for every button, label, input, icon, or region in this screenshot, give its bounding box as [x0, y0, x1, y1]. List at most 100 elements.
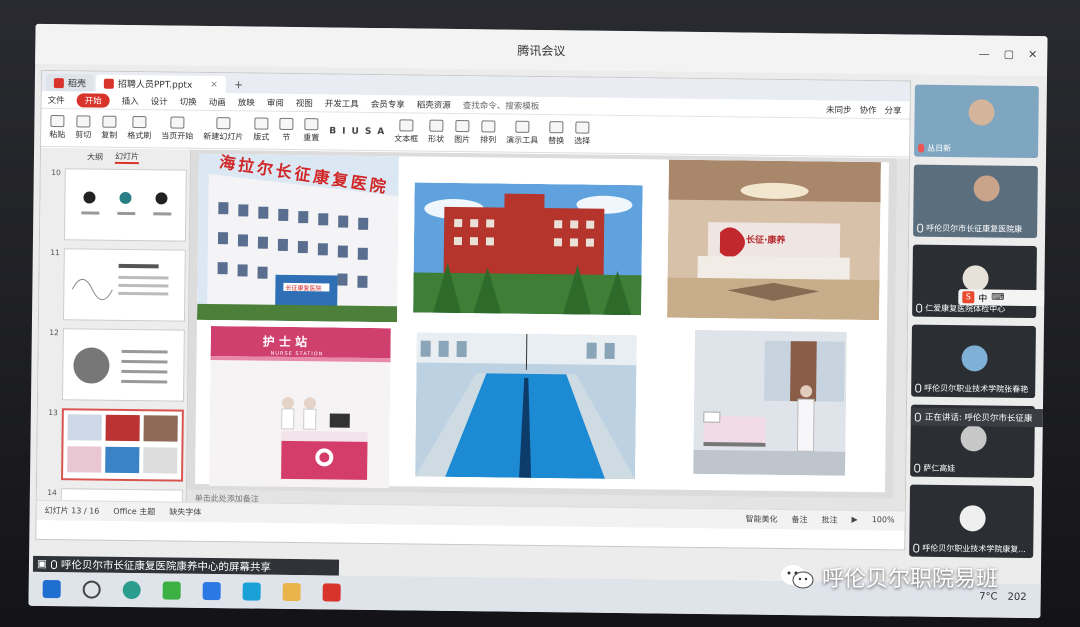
tab-slides[interactable]: 幻灯片: [114, 150, 140, 164]
wechat-icon[interactable]: [162, 581, 181, 600]
cut-button[interactable]: 剪切: [75, 115, 91, 140]
menu-devtools[interactable]: 开发工具: [325, 97, 359, 109]
presenter-tools-button[interactable]: 演示工具: [506, 120, 538, 146]
folder-icon[interactable]: [282, 582, 301, 602]
mic-icon: [915, 383, 922, 393]
tab-pptx[interactable]: 招聘人员PPT.pptx ×: [95, 74, 226, 94]
weather-temp[interactable]: 7°C: [979, 591, 997, 602]
collab-button[interactable]: 协作: [860, 103, 877, 115]
screen-icon: ▣: [36, 557, 47, 571]
menu-start[interactable]: 开始: [76, 92, 110, 108]
menu-transition[interactable]: 切换: [180, 95, 197, 107]
menu-file[interactable]: 文件: [48, 93, 65, 105]
copy-icon: [102, 115, 117, 128]
reset-button[interactable]: 重置: [303, 118, 319, 143]
thumb-slide-selected[interactable]: 13: [43, 408, 184, 482]
ime-mode[interactable]: 中: [978, 291, 987, 304]
menu-member[interactable]: 会员专享: [371, 97, 405, 109]
app-icon[interactable]: [242, 582, 261, 601]
tencent-meeting-icon[interactable]: [202, 581, 221, 601]
meeting-title: 腾讯会议: [517, 43, 566, 58]
picture-button[interactable]: 图片: [454, 119, 470, 145]
menu-animation[interactable]: 动画: [209, 95, 226, 107]
play-icon[interactable]: ▶: [851, 515, 858, 526]
patient-ward-photo: [693, 329, 847, 476]
strike-icon[interactable]: S: [365, 126, 372, 136]
building-entrance-sign: 长征康复医院: [285, 284, 322, 293]
menu-slideshow[interactable]: 放映: [238, 96, 255, 108]
smart-beautify-button[interactable]: 智能美化: [745, 514, 778, 525]
avatar: [961, 345, 988, 372]
paste-button[interactable]: 粘贴: [49, 115, 65, 140]
thumb-slide[interactable]: 10: [46, 168, 187, 242]
underline-icon[interactable]: U: [351, 126, 358, 136]
watermark: 呼伦贝尔职院易班: [780, 561, 998, 593]
shape-icon: [429, 119, 444, 132]
keyboard-icon[interactable]: ⌨: [991, 293, 1004, 303]
edge-icon[interactable]: [122, 580, 141, 600]
menu-view[interactable]: 视图: [296, 97, 313, 109]
copy-button[interactable]: 复制: [101, 115, 117, 141]
thumb-slide[interactable]: 11: [45, 248, 186, 322]
new-slide-button[interactable]: 新建幻灯片: [203, 117, 243, 142]
avatar: [959, 505, 986, 532]
menu-design[interactable]: 设计: [151, 95, 168, 107]
play-icon: [170, 116, 185, 129]
layout-button[interactable]: 版式: [253, 117, 269, 143]
menu-review[interactable]: 审阅: [267, 96, 284, 108]
thumb-slide[interactable]: 12: [44, 328, 185, 402]
avatar: [962, 265, 989, 292]
windows-start-icon[interactable]: [42, 579, 61, 599]
notes-toggle[interactable]: 备注: [791, 514, 808, 525]
missing-fonts[interactable]: 缺失字体: [169, 507, 201, 518]
reception-hall-photo: 长征·康养: [667, 159, 881, 321]
maximize-icon[interactable]: ▢: [1004, 48, 1015, 61]
share-button[interactable]: 分享: [885, 104, 902, 116]
participant-tile[interactable]: 丛日新: [914, 84, 1039, 159]
close-tab-icon[interactable]: ×: [210, 79, 218, 89]
arrange-button[interactable]: 排列: [480, 120, 496, 145]
paste-icon: [50, 115, 65, 128]
scissors-icon: [76, 115, 91, 128]
new-slide-icon: [216, 117, 231, 130]
pptx-icon: [103, 78, 114, 89]
ime-toolbar[interactable]: S 中 ⌨: [958, 289, 1045, 307]
tab-daoke[interactable]: 稻壳: [45, 73, 94, 92]
section-button[interactable]: 节: [279, 117, 294, 143]
add-tab-button[interactable]: +: [228, 76, 249, 93]
replace-button[interactable]: 替换: [548, 121, 564, 146]
speaking-indicator: 正在讲话: 呼伦贝尔市长征康: [910, 407, 1045, 428]
wechat-logo-icon: [781, 565, 814, 589]
close-icon[interactable]: ✕: [1028, 48, 1037, 61]
minimize-icon[interactable]: —: [979, 47, 990, 60]
sogou-icon: S: [962, 291, 975, 304]
swimming-pool-photo: [415, 332, 637, 480]
clock[interactable]: 202: [1007, 592, 1026, 603]
participant-tile[interactable]: 仁爱康复医院体检中心: [912, 244, 1037, 319]
comments-toggle[interactable]: 批注: [821, 514, 838, 525]
italic-icon[interactable]: I: [342, 126, 345, 136]
command-search[interactable]: 查找命令、搜索模板: [463, 99, 540, 112]
wps-icon[interactable]: [322, 583, 341, 602]
textbox-button[interactable]: 文本框: [394, 119, 418, 144]
format-painter-button[interactable]: 格式刷: [127, 116, 151, 141]
red-building-photo: [413, 182, 643, 316]
mic-icon: [50, 559, 57, 569]
participant-video: [973, 175, 1000, 202]
slide[interactable]: 海拉尔长征康复医院 长征康复医院 长征·康养 护 士 站 NURSE STATI…: [194, 153, 889, 493]
menu-insert[interactable]: 插入: [122, 94, 139, 106]
font-color-icon[interactable]: A: [377, 127, 384, 137]
participant-tile[interactable]: 呼伦贝尔市长征康复医院康: [913, 164, 1038, 239]
select-button[interactable]: 选择: [574, 121, 590, 146]
bold-icon[interactable]: B: [329, 126, 336, 136]
zoom-level[interactable]: 100%: [872, 515, 895, 526]
search-icon[interactable]: [82, 580, 101, 599]
sync-status[interactable]: 未同步: [826, 103, 852, 115]
menu-daoke[interactable]: 稻壳资源: [417, 98, 451, 110]
play-from-current-button[interactable]: 当页开始: [161, 116, 193, 141]
tab-outline[interactable]: 大纲: [87, 151, 103, 162]
shape-button[interactable]: 形状: [428, 119, 444, 145]
participant-tile[interactable]: 呼伦贝尔职业技术学院张春艳: [911, 324, 1036, 399]
mic-icon: [918, 143, 925, 153]
participant-tile[interactable]: 呼伦贝尔职业技术学院康复...: [909, 484, 1035, 559]
